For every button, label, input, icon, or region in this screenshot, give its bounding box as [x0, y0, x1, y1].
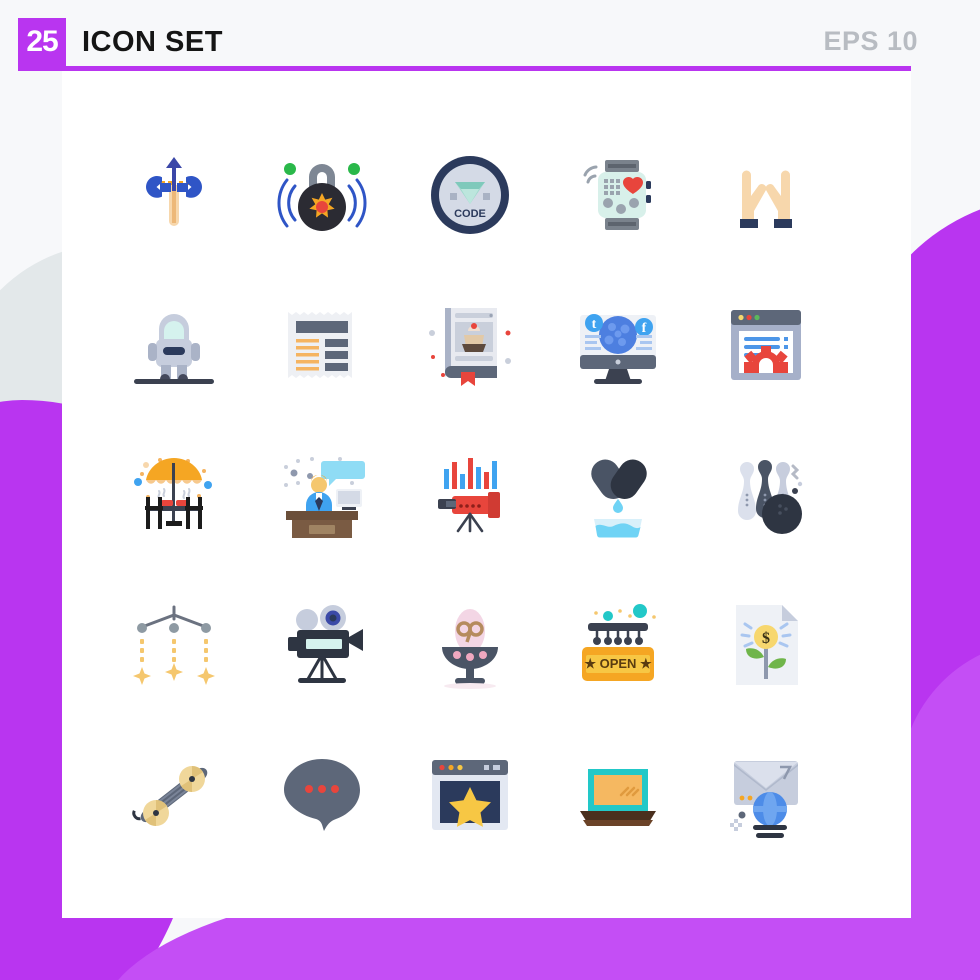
skateboard-icon	[132, 765, 208, 827]
icon-grid: CODE t f ★ OPEN ★ $	[100, 120, 880, 880]
page-header: 25 ICON SET EPS 10	[0, 0, 980, 71]
recipe-cookbook-icon	[429, 308, 511, 386]
reception-desk-support-icon	[284, 457, 365, 538]
svg-text:t: t	[592, 317, 597, 332]
browser-settings-gear-icon	[731, 310, 801, 380]
tools-wrench-screwdriver-icon	[146, 157, 202, 226]
icon-cell-hands[interactable]	[692, 120, 840, 270]
code-diamond-coin-icon: CODE	[431, 156, 509, 234]
open-sign-icon: ★ OPEN ★	[582, 604, 656, 681]
icon-cell-open-sign[interactable]: ★ OPEN ★	[544, 570, 692, 720]
bowling-pins-ball-icon	[738, 460, 803, 534]
icon-cell-movie-camera[interactable]	[248, 570, 396, 720]
icon-set-page: 25 ICON SET EPS 10 CODE t f ★ OPEN ★ $	[0, 0, 980, 980]
svg-text:★ OPEN ★: ★ OPEN ★	[584, 656, 652, 671]
baby-crib-mobile-icon	[133, 605, 215, 685]
icon-cell-tools[interactable]	[100, 120, 248, 270]
capsule-pill-water-icon	[591, 459, 647, 538]
icon-cell-laptop[interactable]	[544, 720, 692, 870]
icon-cell-recipe-book[interactable]	[396, 270, 544, 420]
icon-cell-bowling[interactable]	[692, 420, 840, 570]
robot-astronaut-icon	[134, 314, 214, 384]
laptop-icon	[580, 769, 656, 826]
icon-cell-favorite[interactable]	[396, 720, 544, 870]
icon-cell-code[interactable]: CODE	[396, 120, 544, 270]
lock-bomb-security-icon	[277, 163, 367, 231]
money-plant-document-icon: $	[736, 605, 798, 685]
page-title: ICON SET	[82, 26, 223, 58]
icon-cell-investment[interactable]: $	[692, 570, 840, 720]
svg-text:CODE: CODE	[454, 208, 486, 220]
icon-cell-web-settings[interactable]	[692, 270, 840, 420]
icon-cell-forecast[interactable]	[396, 420, 544, 570]
film-movie-camera-icon	[288, 605, 363, 683]
projector-chart-telescope-icon	[438, 458, 500, 533]
global-email-icon	[730, 761, 798, 838]
icon-count-badge: 25	[18, 18, 66, 66]
chat-bubble-dots-icon	[284, 759, 360, 831]
open-hands-icon	[740, 170, 792, 228]
header-divider-rule	[18, 66, 911, 71]
icon-cell-reception[interactable]	[248, 420, 396, 570]
icon-cell-chat[interactable]	[248, 720, 396, 870]
icon-cell-baby-mobile[interactable]	[100, 570, 248, 720]
svg-text:$: $	[762, 630, 770, 647]
easter-egg-cup-icon	[442, 609, 498, 689]
browser-favorite-star-icon	[432, 760, 508, 830]
icon-cell-smartwatch[interactable]	[544, 120, 692, 270]
patio-umbrella-table-icon	[134, 458, 212, 529]
svg-text:f: f	[642, 321, 647, 336]
icon-cell-skateboard[interactable]	[100, 720, 248, 870]
icon-cell-security-alert[interactable]	[248, 120, 396, 270]
receipt-invoice-icon	[288, 312, 352, 378]
icon-cell-medicine[interactable]	[544, 420, 692, 570]
eps-version-label: EPS 10	[823, 26, 918, 56]
icon-cell-global-mail[interactable]	[692, 720, 840, 870]
monitor-global-social-icon: t f	[580, 314, 656, 384]
smartwatch-heart-rate-icon	[583, 160, 651, 230]
icon-cell-robot[interactable]	[100, 270, 248, 420]
icon-cell-receipt[interactable]	[248, 270, 396, 420]
icon-cell-easter-egg[interactable]	[396, 570, 544, 720]
icon-cell-outdoor-cafe[interactable]	[100, 420, 248, 570]
background-blob-purple-right-light	[900, 640, 980, 980]
icon-cell-social-network[interactable]: t f	[544, 270, 692, 420]
